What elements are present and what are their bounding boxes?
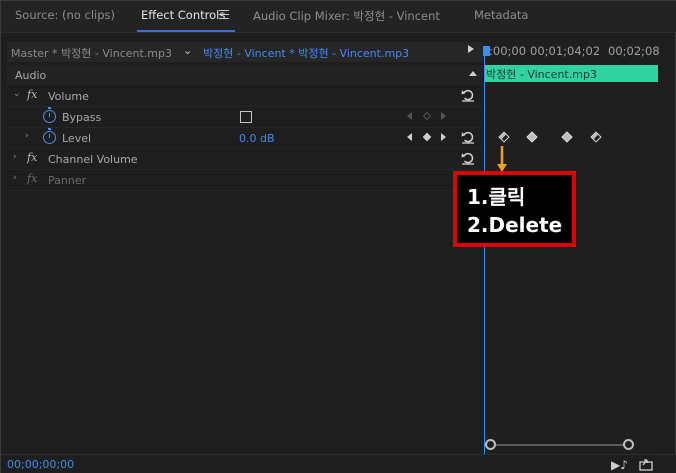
expand-arrow-icon[interactable]: › [13, 152, 17, 162]
level-value[interactable]: 0.0 dB [239, 132, 275, 145]
keyframe-navigator [407, 132, 447, 143]
scrollbar-handle-start[interactable] [485, 439, 496, 450]
stopwatch-icon[interactable] [43, 107, 56, 123]
status-bar: 00;00;00;00 ▶♪ [1, 454, 676, 473]
timeline-clip[interactable]: 박정현 - Vincent.mp3 [484, 65, 658, 82]
effect-controls-panel: Source: (no clips) Effect Controls Audio… [0, 0, 676, 473]
bypass-checkbox[interactable] [240, 111, 252, 123]
instruction-annotation: 1.클릭 2.Delete [453, 171, 576, 247]
add-keyframe-icon[interactable] [422, 132, 432, 142]
reset-icon[interactable] [461, 88, 475, 102]
playhead-timecode[interactable]: 00;00;00;00 [7, 458, 74, 471]
clip-header: Master * 박정현 - Vincent.mp3 ⌄ 박정현 - Vince… [7, 42, 485, 62]
fx-icon[interactable]: fx [27, 88, 37, 101]
param-row-bypass: Bypass [7, 107, 485, 128]
active-tab-indicator [137, 30, 235, 32]
level-label: Level [62, 132, 92, 145]
scrollbar-handle-end[interactable] [623, 439, 634, 450]
tab-effect-controls[interactable]: Effect Controls [141, 8, 225, 22]
play-audio-icon[interactable]: ▶♪ [611, 458, 628, 472]
audio-section-header: Audio [7, 65, 485, 85]
tab-audio-clip-mixer[interactable]: Audio Clip Mixer: 박정현 - Vincent [253, 8, 440, 24]
stopwatch-icon[interactable] [43, 128, 56, 144]
fx-icon[interactable]: fx [27, 151, 37, 164]
effect-row-volume[interactable]: ⌄ fx Volume [7, 86, 485, 107]
mini-timeline[interactable]: :00;00 00;01;04;02 00;02;08 박정현 - Vincen… [484, 42, 660, 454]
keyframe-navigator [407, 111, 447, 122]
playhead-handle[interactable] [483, 46, 490, 56]
panner-label: Panner [48, 174, 87, 187]
tab-source[interactable]: Source: (no clips) [15, 8, 115, 22]
expand-arrow-icon[interactable]: › [13, 173, 17, 183]
next-keyframe-icon[interactable] [441, 112, 446, 120]
add-keyframe-icon[interactable] [422, 111, 432, 121]
fx-icon[interactable]: fx [27, 172, 37, 185]
timeline-clip-label: 박정현 - Vincent.mp3 [486, 68, 597, 81]
effect-row-panner[interactable]: › fx Panner [7, 170, 485, 191]
effect-row-channel-volume[interactable]: › fx Channel Volume [7, 149, 485, 170]
panel-tabbar: Source: (no clips) Effect Controls Audio… [1, 1, 676, 33]
playhead-line [484, 48, 485, 454]
export-icon[interactable] [639, 458, 653, 471]
arrow-down-icon [497, 146, 507, 172]
tab-metadata[interactable]: Metadata [474, 8, 528, 22]
channel-volume-label: Channel Volume [48, 153, 138, 166]
zoom-scrollbar[interactable] [485, 439, 657, 451]
ruler-tick: :00;00 [489, 44, 527, 58]
param-row-level: › Level 0.0 dB [7, 128, 485, 149]
collapse-up-icon[interactable] [469, 71, 477, 76]
audio-section-label: Audio [15, 69, 47, 82]
prev-keyframe-icon[interactable] [407, 133, 412, 141]
reset-icon[interactable] [461, 130, 475, 144]
ruler-tick: 00;01;04;02 [530, 44, 601, 58]
panel-menu-icon[interactable] [219, 10, 229, 19]
volume-label: Volume [48, 90, 89, 103]
master-clip-label[interactable]: Master * 박정현 - Vincent.mp3 [11, 45, 172, 61]
annotation-line-2: 2.Delete [467, 213, 563, 237]
sequence-clip-label[interactable]: 박정현 - Vincent * 박정현 - Vincent.mp3 [203, 45, 409, 61]
ruler-tick: 00;02;08 [608, 44, 660, 58]
next-keyframe-icon[interactable] [441, 133, 446, 141]
reset-icon[interactable] [461, 151, 475, 165]
scrollbar-track[interactable] [491, 444, 631, 446]
expand-chevron-icon[interactable]: ⌄ [13, 89, 21, 99]
expand-arrow-icon[interactable]: › [25, 131, 29, 141]
annotation-line-1: 1.클릭 [467, 185, 526, 209]
show-timeline-icon[interactable] [468, 45, 474, 53]
prev-keyframe-icon[interactable] [407, 112, 412, 120]
bypass-label: Bypass [62, 111, 102, 124]
chevron-down-icon[interactable]: ⌄ [183, 44, 192, 57]
time-ruler[interactable]: :00;00 00;01;04;02 00;02;08 [484, 42, 660, 62]
